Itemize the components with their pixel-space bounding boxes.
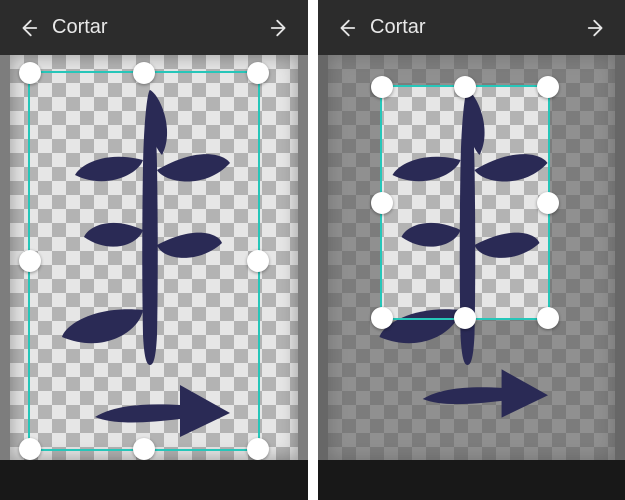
crop-handle-bottom[interactable]: [133, 438, 155, 460]
top-bar: Cortar: [0, 0, 308, 55]
canvas-area[interactable]: [318, 55, 625, 460]
crop-rectangle[interactable]: [28, 71, 260, 451]
back-button[interactable]: [12, 12, 44, 44]
confirm-button[interactable]: [581, 12, 613, 44]
crop-handle-bottom-right[interactable]: [247, 438, 269, 460]
canvas-area[interactable]: [0, 55, 308, 460]
crop-handle-bottom[interactable]: [454, 307, 476, 329]
crop-handle-bottom-left[interactable]: [371, 307, 393, 329]
bottom-bar: [0, 460, 308, 500]
top-bar: Cortar: [318, 0, 625, 55]
crop-handle-top[interactable]: [454, 76, 476, 98]
crop-handle-top-left[interactable]: [371, 76, 393, 98]
crop-rectangle[interactable]: [380, 85, 550, 320]
crop-handle-bottom-left[interactable]: [19, 438, 41, 460]
crop-editor-panel: Cortar: [0, 0, 308, 500]
crop-handle-right[interactable]: [247, 250, 269, 272]
crop-handle-right[interactable]: [537, 192, 559, 214]
arrow-left-icon: [335, 17, 357, 39]
crop-handle-top[interactable]: [133, 62, 155, 84]
screen-title: Cortar: [52, 16, 108, 39]
back-button[interactable]: [330, 12, 362, 44]
screen-title: Cortar: [370, 16, 426, 39]
arrow-left-icon: [17, 17, 39, 39]
arrow-right-icon: [586, 17, 608, 39]
crop-handle-top-right[interactable]: [537, 76, 559, 98]
crop-handle-top-left[interactable]: [19, 62, 41, 84]
bottom-bar: [318, 460, 625, 500]
confirm-button[interactable]: [264, 12, 296, 44]
crop-handle-bottom-right[interactable]: [537, 307, 559, 329]
arrow-right-icon: [269, 17, 291, 39]
crop-editor-panel: Cortar: [318, 0, 625, 500]
crop-handle-left[interactable]: [19, 250, 41, 272]
crop-handle-left[interactable]: [371, 192, 393, 214]
crop-handle-top-right[interactable]: [247, 62, 269, 84]
